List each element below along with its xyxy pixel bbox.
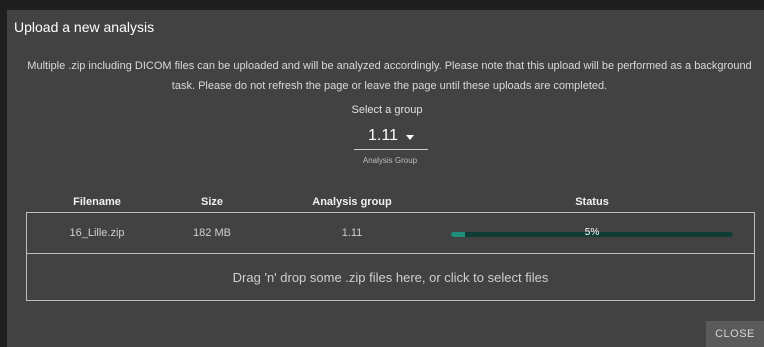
group-select-helper: Analysis Group [362, 156, 418, 165]
table-row: 16_Lille.zip 182 MB 1.11 5% [27, 213, 754, 254]
cell-analysis-group: 1.11 [341, 227, 363, 239]
group-select-value: 1.11 [368, 127, 398, 144]
cell-filename: 16_Lille.zip [69, 227, 125, 239]
group-select[interactable]: 1.11 [354, 123, 428, 150]
header-analysis-group: Analysis group [312, 196, 392, 208]
close-button[interactable]: CLOSE [706, 321, 764, 347]
upload-table: 16_Lille.zip 182 MB 1.11 5% Drag 'n' dro… [26, 212, 755, 301]
table-header: Filename Size Analysis group Status [7, 196, 764, 212]
header-size: Size [200, 196, 223, 208]
cell-size: 182 MB [193, 227, 231, 239]
dialog-title: Upload a new analysis [14, 19, 155, 35]
upload-progress-text: 5% [584, 227, 600, 238]
header-filename: Filename [73, 196, 121, 208]
header-status: Status [575, 196, 609, 208]
dialog-description: Multiple .zip including DICOM files can … [27, 60, 752, 92]
group-select-label: Select a group [351, 104, 423, 116]
chevron-down-icon [405, 134, 414, 140]
upload-dialog: Upload a new analysis Multiple .zip incl… [7, 10, 764, 347]
dropzone[interactable]: Drag 'n' drop some .zip files here, or c… [27, 254, 754, 300]
